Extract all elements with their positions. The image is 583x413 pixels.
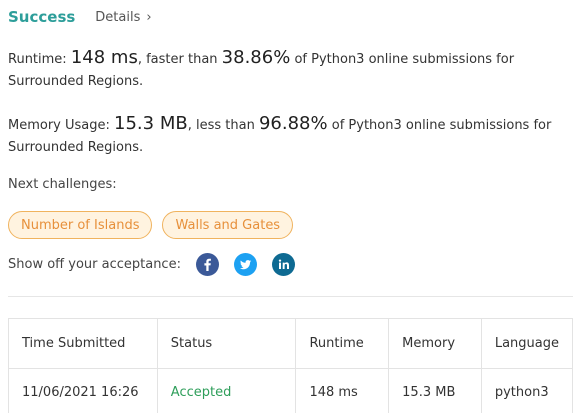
next-challenges-label: Next challenges: xyxy=(8,177,117,192)
memory-value: 15.3 MB xyxy=(114,113,188,134)
runtime-label: Runtime: xyxy=(8,52,67,67)
cell-runtime: 148 ms xyxy=(295,368,390,413)
column-header-time-submitted[interactable]: Time Submitted xyxy=(8,318,158,369)
table-row[interactable]: 11/06/2021 16:26 Accepted 148 ms 15.3 MB… xyxy=(8,368,574,413)
status-success-label: Success xyxy=(8,8,76,26)
column-header-runtime[interactable]: Runtime xyxy=(295,318,390,369)
memory-summary: Memory Usage: 15.3 MB, less than 96.88% … xyxy=(8,113,573,159)
column-header-status[interactable]: Status xyxy=(156,318,297,369)
runtime-percent: 38.86% xyxy=(221,47,291,68)
section-divider xyxy=(8,296,573,297)
share-label: Show off your acceptance: xyxy=(8,256,181,272)
details-link[interactable]: Details › xyxy=(95,10,151,25)
challenge-chip-walls-and-gates[interactable]: Walls and Gates xyxy=(162,211,294,239)
linkedin-icon[interactable] xyxy=(272,252,295,276)
next-challenges-list: Number of Islands Walls and Gates xyxy=(8,211,303,239)
challenge-chip-number-of-islands[interactable]: Number of Islands xyxy=(8,211,153,239)
runtime-value: 148 ms xyxy=(70,47,138,68)
column-header-memory[interactable]: Memory xyxy=(388,318,482,369)
memory-percent: 96.88% xyxy=(258,113,328,134)
column-header-language[interactable]: Language xyxy=(480,318,574,369)
memory-mid-text: , less than xyxy=(187,118,255,133)
cell-memory: 15.3 MB xyxy=(388,368,482,413)
memory-label: Memory Usage: xyxy=(8,118,110,133)
runtime-mid-text: , faster than xyxy=(137,52,218,67)
cell-language: python3 xyxy=(480,368,574,413)
share-row: Show off your acceptance: xyxy=(8,251,310,277)
status-header: Success Details › xyxy=(8,6,152,28)
twitter-icon[interactable] xyxy=(234,252,257,276)
chevron-right-icon: › xyxy=(146,9,152,25)
details-label: Details xyxy=(95,9,141,25)
runtime-summary: Runtime: 148 ms, faster than 38.86% of P… xyxy=(8,47,573,93)
cell-status-accepted[interactable]: Accepted xyxy=(156,368,297,413)
cell-time-submitted: 11/06/2021 16:26 xyxy=(8,368,158,413)
facebook-icon[interactable] xyxy=(196,252,219,276)
submissions-table: Time Submitted Status Runtime Memory Lan… xyxy=(8,318,574,413)
table-header-row: Time Submitted Status Runtime Memory Lan… xyxy=(8,318,574,369)
submission-result-panel: Success Details › Runtime: 148 ms, faste… xyxy=(0,0,583,413)
